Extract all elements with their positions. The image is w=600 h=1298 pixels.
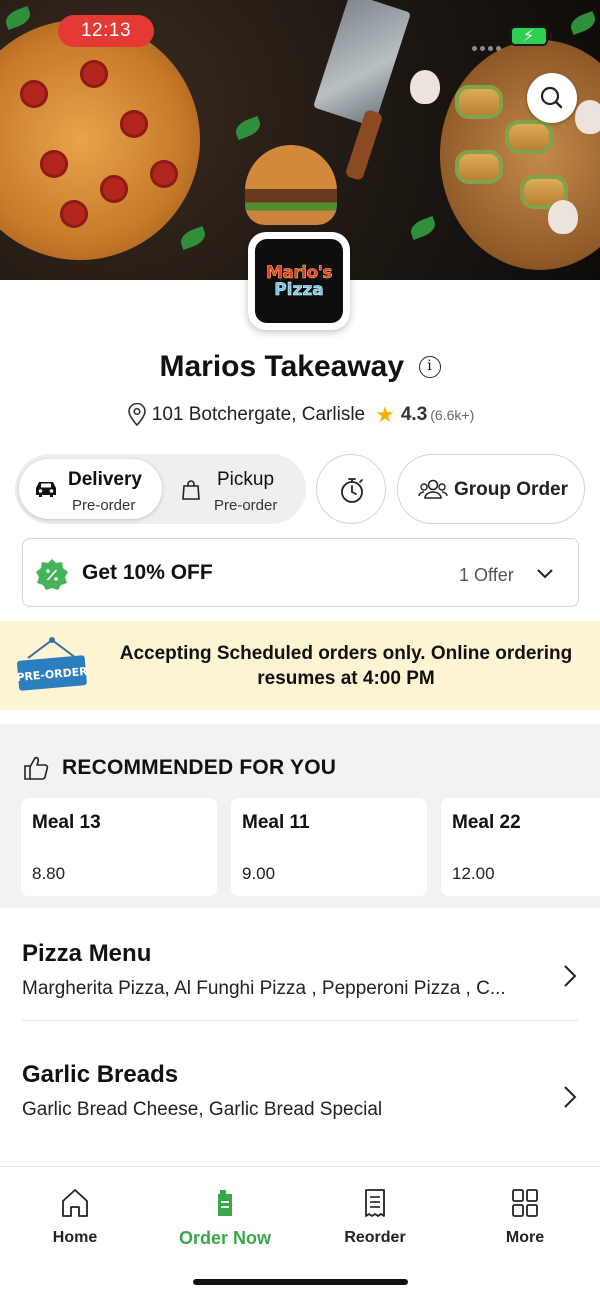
recommended-item-name: Meal 22 [452,812,521,833]
recommended-item-name: Meal 11 [242,812,310,833]
group-order-label: Group Order [454,479,569,500]
preorder-notice-banner: PRE-ORDER Accepting Scheduled orders onl… [0,621,600,710]
grid-icon [512,1189,538,1217]
tab-label: Reorder [344,1229,406,1246]
group-order-button[interactable]: Group Order [397,454,585,524]
location-pin-icon [127,403,146,427]
recommended-card[interactable]: Meal 13 8.80 [21,798,217,896]
home-indicator[interactable] [193,1279,408,1285]
star-icon: ★ [375,402,395,427]
receipt-icon [365,1189,385,1217]
menu-category-garlic-breads[interactable]: Garlic Breads Garlic Bread Cheese, Garli… [0,1031,600,1141]
logo-text-line2: Pizza [274,279,324,300]
search-button[interactable] [527,73,577,123]
chevron-right-icon [564,1086,577,1108]
recommended-card[interactable]: Meal 22 12.00 [441,798,600,896]
home-icon [62,1189,88,1217]
car-icon [36,482,56,497]
recommended-heading: RECOMMENDED FOR YOU [62,756,337,779]
cleaver-image [313,0,411,127]
search-icon [540,86,563,109]
battery-charging-icon: ⚡ [510,26,552,46]
delivery-option[interactable]: Delivery Pre-order [19,459,162,519]
divider [22,1020,578,1021]
recommended-section: RECOMMENDED FOR YOU Meal 13 8.80 Meal 11… [0,724,600,908]
offer-count: 1 Offer [459,565,514,585]
menu-category-pizza[interactable]: Pizza Menu Margherita Pizza, Al Funghi P… [0,910,600,1020]
group-people-icon [418,479,448,499]
info-icon[interactable]: i [418,356,441,378]
rating-count: (6.6k+) [430,407,475,423]
preorder-message: Accepting Scheduled orders only. Online … [119,643,573,689]
recommended-card[interactable]: Meal 11 9.00 [231,798,427,896]
menu-category-description: Margherita Pizza, Al Funghi Pizza , Pepp… [22,978,506,999]
restaurant-name-row: Marios Takeaway i [0,350,600,384]
chevron-right-icon [564,965,577,987]
burger-image [245,145,337,225]
menu-category-title: Garlic Breads [22,1061,179,1088]
rating-value: 4.3 [400,404,428,425]
signal-icon [472,38,504,51]
order-mode-toggle: Delivery Pre-order Pickup Pre-order [15,454,306,524]
tab-order-now[interactable]: Order Now [165,1187,285,1249]
address-rating-row: 101 Botchergate, Carlisle ★ 4.3 (6.6k+) [0,400,600,430]
tab-home[interactable]: Home [15,1187,135,1249]
tab-more[interactable]: More [465,1187,585,1249]
pizza-image [0,20,200,260]
delivery-label: Delivery [68,469,142,490]
restaurant-name: Marios Takeaway [159,350,405,383]
tab-reorder[interactable]: Reorder [315,1187,435,1249]
recommended-item-price: 12.00 [452,864,495,883]
schedule-time-button[interactable] [316,454,386,524]
tab-label: Home [52,1229,98,1246]
recommended-item-name: Meal 13 [32,812,101,833]
pickup-sublabel: Pre-order [214,497,278,514]
recommended-item-price: 9.00 [242,864,276,883]
recommended-item-price: 8.80 [32,864,66,883]
shopping-bag-icon [182,480,200,500]
delivery-sublabel: Pre-order [72,497,136,514]
pickup-label: Pickup [217,469,275,490]
pickup-option[interactable]: Pickup Pre-order [165,459,301,519]
tab-label: Order Now [178,1228,271,1248]
restaurant-logo: Mario's Pizza [248,232,350,330]
offer-title: Get 10% OFF [82,561,213,584]
thumbs-up-icon [24,756,49,780]
chevron-down-icon [537,569,553,579]
preorder-sign-icon: PRE-ORDER [16,637,88,691]
order-bag-icon [218,1190,232,1216]
discount-badge-icon [36,559,68,590]
menu-category-description: Garlic Bread Cheese, Garlic Bread Specia… [22,1099,383,1120]
offer-dropdown[interactable]: Get 10% OFF 1 Offer [22,538,579,607]
status-time: 12:13 [58,15,154,47]
tab-label: More [505,1229,545,1246]
restaurant-address[interactable]: 101 Botchergate, Carlisle [152,404,365,426]
menu-category-title: Pizza Menu [22,940,152,967]
stopwatch-icon [341,478,363,503]
